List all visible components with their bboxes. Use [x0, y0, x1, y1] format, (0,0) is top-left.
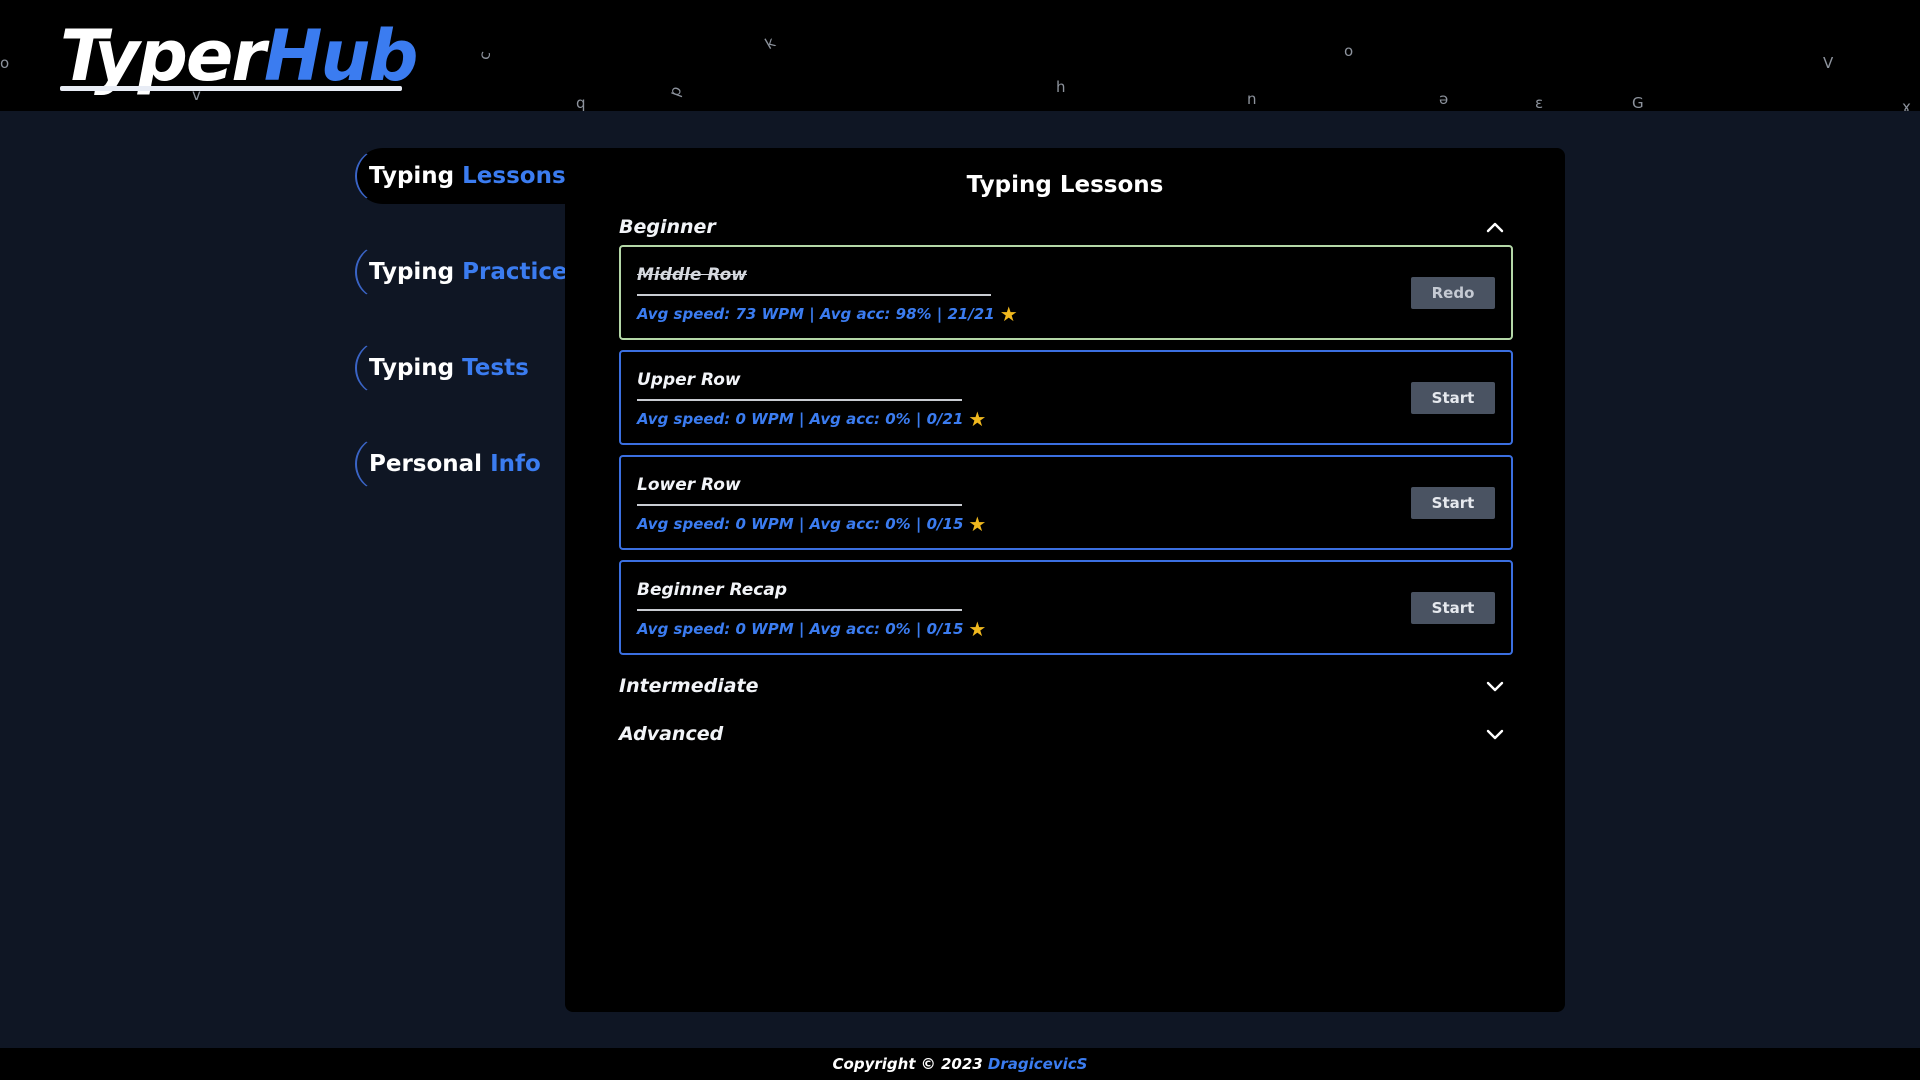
floating-letter: G — [1632, 94, 1644, 111]
lesson-divider — [637, 294, 991, 296]
lesson-stats-text: Avg speed: 0 WPM | Avg acc: 0% | 0/21 — [637, 410, 964, 428]
section-label: Intermediate — [619, 675, 759, 697]
logo-part-hub: Hub — [263, 15, 419, 97]
lesson-name: Upper Row — [637, 370, 741, 390]
lesson-card-beginner-recap: Beginner Recap Avg speed: 0 WPM | Avg ac… — [619, 560, 1513, 655]
lesson-name: Middle Row — [637, 265, 747, 285]
sidebar-word-2: Practice — [462, 259, 568, 285]
sidebar-item-label: Personal Info — [369, 436, 541, 492]
lesson-stats: Avg speed: 0 WPM | Avg acc: 0% | 0/21 ★ — [637, 407, 986, 431]
sidebar-word-1: Typing — [369, 163, 455, 189]
star-icon: ★ — [968, 512, 987, 536]
section-advanced-toggle[interactable]: Advanced — [619, 719, 1513, 749]
floating-letter: V — [1823, 54, 1834, 72]
lesson-name: Lower Row — [637, 475, 741, 495]
lesson-divider — [637, 399, 962, 401]
star-icon: ★ — [968, 407, 987, 431]
lesson-divider — [637, 504, 962, 506]
author-link[interactable]: DragicevicS — [988, 1055, 1088, 1073]
lesson-stats-text: Avg speed: 0 WPM | Avg acc: 0% | 0/15 — [637, 620, 964, 638]
chevron-down-icon — [1486, 681, 1504, 692]
section-intermediate-toggle[interactable]: Intermediate — [619, 671, 1513, 701]
lesson-stats: Avg speed: 73 WPM | Avg acc: 98% | 21/21… — [637, 302, 1018, 326]
section-label: Beginner — [619, 216, 716, 238]
floating-letter: q — [576, 94, 586, 111]
sidebar-item-label: Typing Tests — [369, 340, 529, 396]
lesson-divider — [637, 609, 962, 611]
sidebar-word-2: Lessons — [462, 163, 566, 189]
lesson-name: Beginner Recap — [637, 580, 788, 600]
floating-letter: k — [761, 33, 779, 54]
redo-button[interactable]: Redo — [1411, 277, 1495, 309]
sidebar-word-1: Personal — [369, 451, 483, 477]
floating-letter: ɛ — [1535, 94, 1544, 111]
floating-letter: c — [475, 49, 495, 62]
logo[interactable]: TyperHub — [60, 15, 419, 97]
sidebar-word-2: Info — [490, 451, 541, 477]
page-title: Typing Lessons — [966, 172, 1164, 198]
lesson-stats-text: Avg speed: 73 WPM | Avg acc: 98% | 21/21 — [637, 305, 995, 323]
section-label: Advanced — [619, 723, 724, 745]
section-beginner-toggle[interactable]: Beginner — [619, 212, 1513, 242]
header: TyperHub o c v k q p h o n ə ɛ G V ɤ — [0, 0, 1920, 111]
lessons-panel: Typing Lessons Beginner Middle Row Avg s… — [565, 148, 1565, 1012]
floating-letter: p — [665, 83, 686, 99]
floating-letter: h — [1056, 78, 1066, 96]
chevron-up-icon — [1486, 222, 1504, 233]
sidebar-item-label: Typing Lessons — [369, 148, 566, 204]
logo-part-typer: Typer — [60, 15, 266, 97]
chevron-down-icon — [1486, 729, 1504, 740]
sidebar-item-typing-tests[interactable]: Typing Tests — [355, 340, 565, 396]
sidebar-word-2: Tests — [462, 355, 529, 381]
star-icon: ★ — [999, 302, 1018, 326]
footer: Copyright © 2023 DragicevicS — [0, 1048, 1920, 1080]
sidebar-word-1: Typing — [369, 355, 455, 381]
star-icon: ★ — [968, 617, 987, 641]
lesson-stats: Avg speed: 0 WPM | Avg acc: 0% | 0/15 ★ — [637, 617, 986, 641]
start-button[interactable]: Start — [1411, 592, 1495, 624]
start-button[interactable]: Start — [1411, 487, 1495, 519]
sidebar-item-typing-practice[interactable]: Typing Practice — [355, 244, 568, 300]
floating-letter: n — [1247, 90, 1257, 108]
floating-letter: ɤ — [1902, 98, 1911, 112]
sidebar-item-personal-info[interactable]: Personal Info — [355, 436, 565, 492]
logo-underline — [60, 86, 402, 91]
lesson-card-lower-row: Lower Row Avg speed: 0 WPM | Avg acc: 0%… — [619, 455, 1513, 550]
floating-letter: o — [1344, 42, 1354, 60]
floating-letter: v — [192, 86, 201, 104]
floating-letter: o — [0, 54, 10, 72]
copyright-text: Copyright © 2023 — [832, 1055, 988, 1073]
floating-letter: ə — [1439, 90, 1449, 108]
lesson-card-middle-row: Middle Row Avg speed: 73 WPM | Avg acc: … — [619, 245, 1513, 340]
start-button[interactable]: Start — [1411, 382, 1495, 414]
lesson-card-upper-row: Upper Row Avg speed: 0 WPM | Avg acc: 0%… — [619, 350, 1513, 445]
lesson-stats-text: Avg speed: 0 WPM | Avg acc: 0% | 0/15 — [637, 515, 964, 533]
lesson-stats: Avg speed: 0 WPM | Avg acc: 0% | 0/15 ★ — [637, 512, 986, 536]
sidebar-word-1: Typing — [369, 259, 455, 285]
sidebar-item-typing-lessons[interactable]: Typing Lessons — [355, 148, 566, 204]
sidebar-item-label: Typing Practice — [369, 244, 568, 300]
